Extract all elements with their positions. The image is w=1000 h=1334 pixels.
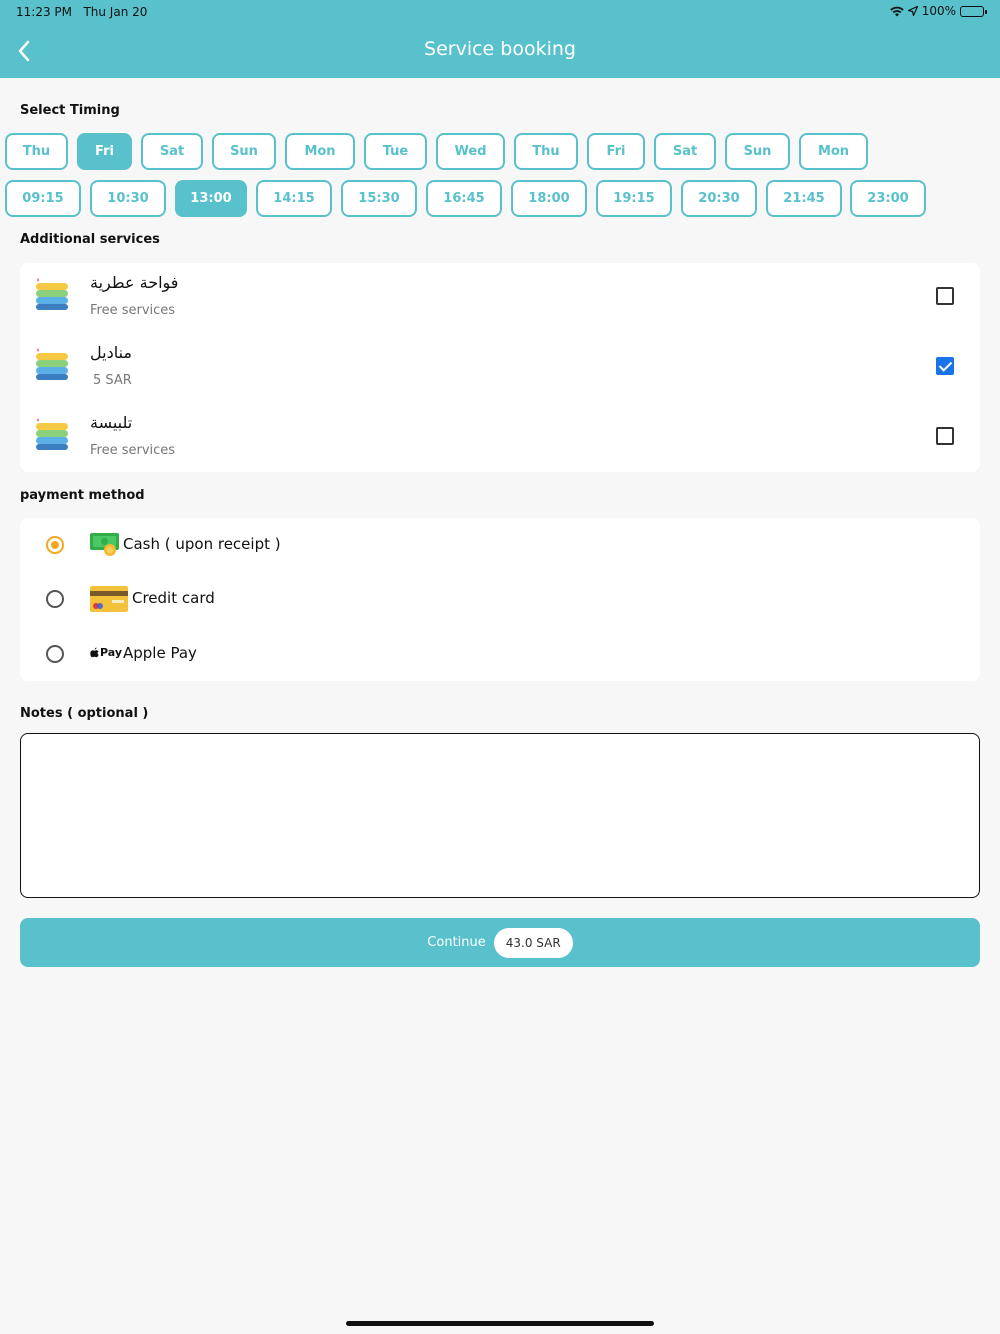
day-chip[interactable]: Wed: [436, 133, 505, 170]
notes-textarea[interactable]: [20, 733, 980, 898]
time-chip[interactable]: 15:30: [341, 180, 417, 217]
continue-button[interactable]: Continue 43.0 SAR: [20, 918, 980, 967]
time-chip[interactable]: 18:00: [511, 180, 587, 217]
time-chip-selected[interactable]: 13:00: [175, 180, 247, 217]
notes-label: Notes ( optional ): [20, 706, 149, 721]
towels-icon: [36, 348, 68, 380]
payment-option-cash[interactable]: Cash ( upon receipt ): [20, 518, 980, 572]
service-item[interactable]: مناديل 5 SAR: [20, 333, 980, 403]
service-checkbox-checked[interactable]: [936, 357, 954, 375]
status-time: 11:23 PM Thu Jan 20: [16, 5, 148, 19]
day-chip[interactable]: Sat: [141, 133, 203, 170]
day-chip[interactable]: Tue: [364, 133, 427, 170]
time-chip[interactable]: 23:00: [850, 180, 926, 217]
service-item[interactable]: تلبيسة Free services: [20, 403, 980, 473]
payment-method-card: Cash ( upon receipt ) Credit card Pay Ap…: [20, 518, 980, 681]
day-chip[interactable]: Mon: [799, 133, 868, 170]
day-chip[interactable]: Mon: [285, 133, 355, 170]
radio-unselected[interactable]: [46, 645, 64, 663]
payment-method-label: payment method: [20, 488, 145, 503]
time-chip[interactable]: 21:45: [766, 180, 842, 217]
time-chip[interactable]: 10:30: [90, 180, 166, 217]
cash-icon: [90, 533, 119, 556]
payment-label: Credit card: [132, 589, 215, 607]
towels-icon: [36, 418, 68, 450]
wifi-icon: [889, 6, 904, 16]
service-price: Free services: [90, 303, 176, 318]
service-name: تلبيسة: [90, 413, 133, 432]
day-chip[interactable]: Sun: [212, 133, 276, 170]
service-price: Free services: [90, 443, 176, 458]
status-indicators: 100%: [889, 4, 987, 18]
payment-option-apple-pay[interactable]: Pay Apple Pay: [20, 627, 980, 681]
additional-services-card: فواحة عطرية Free services مناديل 5 SAR ت…: [20, 263, 980, 472]
towels-icon: [36, 278, 68, 310]
service-name: فواحة عطرية: [90, 273, 179, 292]
additional-services-label: Additional services: [20, 232, 160, 247]
total-price-badge: 43.0 SAR: [493, 927, 573, 958]
apple-logo-icon: [90, 647, 99, 658]
apple-pay-icon: Pay: [90, 646, 122, 659]
payment-label: Cash ( upon receipt ): [123, 535, 281, 553]
time-chip[interactable]: 16:45: [426, 180, 502, 217]
battery-icon: [960, 5, 987, 17]
battery-percent: 100%: [921, 4, 956, 18]
header-bar: 11:23 PM Thu Jan 20 100% Service booking: [0, 0, 1000, 78]
service-checkbox[interactable]: [936, 287, 954, 305]
service-price: 5 SAR: [93, 373, 132, 388]
service-checkbox[interactable]: [936, 427, 954, 445]
time-chip[interactable]: 20:30: [681, 180, 757, 217]
service-item[interactable]: فواحة عطرية Free services: [20, 263, 980, 333]
continue-label: Continue: [427, 935, 486, 950]
location-arrow-icon: [907, 6, 918, 16]
select-timing-label: Select Timing: [20, 103, 120, 118]
radio-unselected[interactable]: [46, 590, 64, 608]
time-chip[interactable]: 14:15: [256, 180, 332, 217]
page-title: Service booking: [424, 38, 576, 60]
home-indicator[interactable]: [346, 1321, 654, 1326]
day-chip-selected[interactable]: Fri: [77, 133, 132, 170]
radio-selected[interactable]: [46, 536, 64, 554]
day-chip[interactable]: Sat: [654, 133, 716, 170]
credit-card-icon: [90, 586, 128, 612]
day-chip[interactable]: Fri: [587, 133, 645, 170]
service-name: مناديل: [90, 343, 132, 362]
day-chip[interactable]: Thu: [514, 133, 578, 170]
day-chip[interactable]: Thu: [5, 133, 68, 170]
payment-option-credit-card[interactable]: Credit card: [20, 572, 980, 626]
time-chip[interactable]: 19:15: [596, 180, 672, 217]
payment-label: Apple Pay: [123, 644, 197, 662]
time-chip[interactable]: 09:15: [5, 180, 81, 217]
day-chip[interactable]: Sun: [725, 133, 790, 170]
